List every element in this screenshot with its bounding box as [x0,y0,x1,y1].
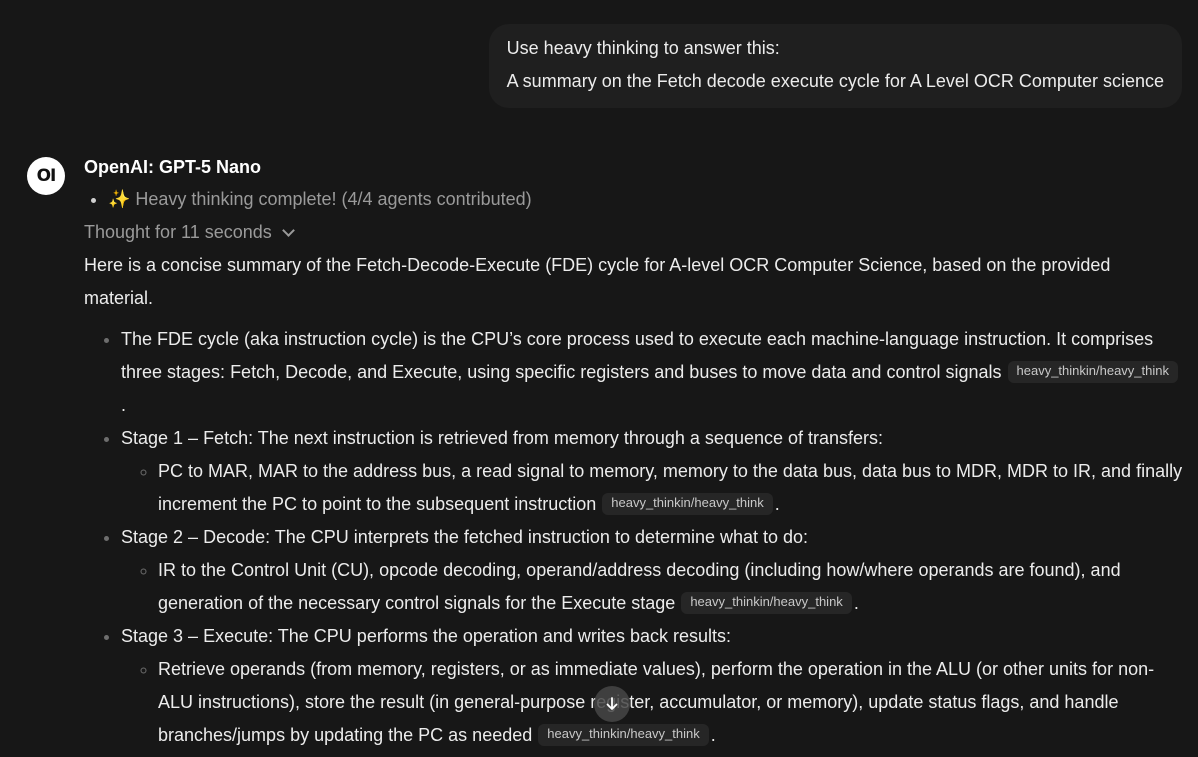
period: . [121,395,127,415]
list-item-text: Stage 1 – Fetch: The next instruction is… [121,428,884,448]
list-item-text: Stage 2 – Decode: The CPU interprets the… [121,527,809,547]
chevron-down-icon [281,223,295,237]
chat-page: Use heavy thinking to answer this: A sum… [0,0,1198,757]
list-item-text: Stage 3 – Execute: The CPU performs the … [121,626,731,646]
citation-chip[interactable]: heavy_thinkin/heavy_think [1007,361,1178,383]
thought-label: Thought for 11 seconds [84,222,272,242]
citation-chip[interactable]: heavy_thinkin/heavy_think [602,493,773,515]
sub-list: IR to the Control Unit (CU), opcode deco… [121,554,1184,620]
thought-toggle[interactable]: Thought for 11 seconds [84,215,295,249]
sub-list-item: Retrieve operands (from memory, register… [158,653,1184,752]
status-item: ✨ Heavy thinking complete! (4/4 agents c… [108,183,1184,215]
status-list: ✨ Heavy thinking complete! (4/4 agents c… [84,183,1184,215]
sub-list-item-text: IR to the Control Unit (CU), opcode deco… [158,560,1121,613]
list-item-text: The FDE cycle (aka instruction cycle) is… [121,329,1154,382]
sub-list-item: PC to MAR, MAR to the address bus, a rea… [158,455,1184,521]
assistant-content: OpenAI: GPT-5 Nano ✨ Heavy thinking comp… [84,152,1184,752]
sub-list: PC to MAR, MAR to the address bus, a rea… [121,455,1184,521]
intro-paragraph: Here is a concise summary of the Fetch-D… [84,255,1111,308]
citation-chip[interactable]: heavy_thinkin/heavy_think [681,592,852,614]
summary-list: The FDE cycle (aka instruction cycle) is… [84,323,1184,752]
user-message-line: A summary on the Fetch decode execute cy… [506,71,1164,91]
model-name: OpenAI: GPT-5 Nano [84,157,262,177]
scroll-to-bottom-button[interactable] [594,686,630,722]
sub-list: Retrieve operands (from memory, register… [121,653,1184,752]
citation-chip[interactable]: heavy_thinkin/heavy_think [538,724,709,746]
list-item: Stage 1 – Fetch: The next instruction is… [121,422,1184,521]
sub-list-item: IR to the Control Unit (CU), opcode deco… [158,554,1184,620]
period: . [774,494,780,514]
period: . [853,593,859,613]
user-message-bubble: Use heavy thinking to answer this: A sum… [488,24,1182,108]
list-item: The FDE cycle (aka instruction cycle) is… [121,323,1184,422]
user-message-line: Use heavy thinking to answer this: [506,38,780,58]
list-item: Stage 3 – Execute: The CPU performs the … [121,620,1184,752]
arrow-down-icon [606,697,618,710]
period: . [710,725,716,745]
list-item: Stage 2 – Decode: The CPU interprets the… [121,521,1184,620]
model-avatar: OI [27,157,65,195]
